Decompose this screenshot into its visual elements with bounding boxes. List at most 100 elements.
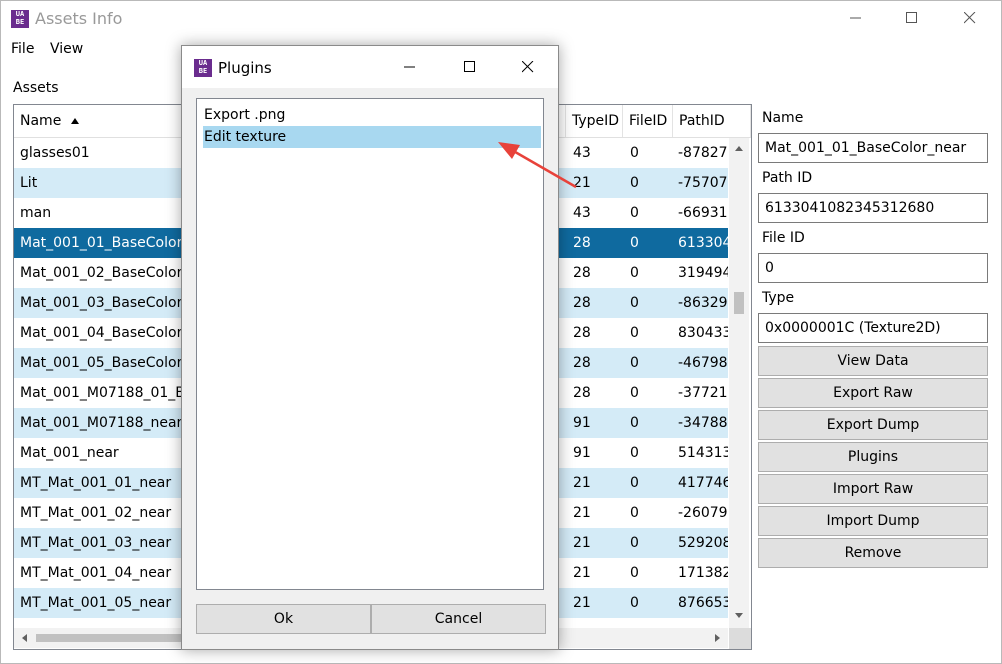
cell-path-id: -878270 [678, 145, 728, 161]
maximize-button[interactable] [892, 4, 932, 32]
plugin-item-export-png[interactable]: Export .png [203, 104, 541, 126]
cell-type-id: 28 [573, 385, 591, 401]
cell-name: man [20, 205, 52, 221]
cell-path-id: -377210 [678, 385, 728, 401]
cell-path-id: -347880 [678, 415, 728, 431]
cell-name: Mat_001_M07188_01_Ba [20, 385, 190, 401]
scroll-right-icon [715, 634, 720, 642]
cancel-button[interactable]: Cancel [371, 604, 546, 634]
cell-name: Mat_001_near [20, 445, 119, 461]
cell-name: Mat_001_05_BaseColor_n [20, 355, 190, 371]
cell-file-id: 0 [630, 175, 639, 191]
type-label: Type [762, 290, 795, 306]
cell-path-id: 613304 [678, 235, 728, 251]
type-field[interactable]: 0x0000001C (Texture2D) [758, 313, 988, 343]
vertical-scrollbar[interactable] [729, 138, 749, 634]
remove-button[interactable]: Remove [758, 538, 988, 568]
cell-path-id: 876653 [678, 595, 728, 611]
dialog-app-icon: UA BE [194, 59, 212, 77]
file-id-label: File ID [762, 230, 805, 246]
minimize-icon [850, 17, 861, 19]
cell-name: Mat_001_M07188_near [20, 415, 183, 431]
column-header-typeid[interactable]: TypeID [566, 105, 623, 137]
cell-file-id: 0 [630, 355, 639, 371]
cell-type-id: 43 [573, 205, 591, 221]
cell-type-id: 21 [573, 475, 591, 491]
import-raw-button[interactable]: Import Raw [758, 474, 988, 504]
scroll-up-icon [735, 146, 743, 151]
cell-type-id: 28 [573, 325, 591, 341]
cell-name: Mat_001_02_BaseColor [20, 265, 183, 281]
cell-path-id: 319494 [678, 265, 728, 281]
vertical-scroll-thumb[interactable] [734, 292, 744, 314]
cell-file-id: 0 [630, 565, 639, 581]
file-id-field[interactable]: 0 [758, 253, 988, 283]
name-label: Name [762, 110, 804, 126]
cell-path-id: 529208 [678, 535, 728, 551]
cell-type-id: 21 [573, 505, 591, 521]
menu-file[interactable]: File [11, 41, 34, 57]
maximize-icon [464, 61, 475, 72]
close-button[interactable] [950, 4, 990, 32]
cell-path-id: 417746 [678, 475, 728, 491]
cell-name: MT_Mat_001_02_near [20, 505, 172, 521]
column-header-fileid[interactable]: FileID [623, 105, 673, 137]
sort-ascending-icon [70, 118, 79, 124]
dialog-titlebar: UA BE Plugins [182, 46, 558, 88]
cell-type-id: 21 [573, 595, 591, 611]
name-field[interactable]: Mat_001_01_BaseColor_near [758, 133, 988, 163]
dialog-maximize-button[interactable] [450, 53, 490, 81]
cell-path-id: 830433 [678, 325, 728, 341]
cell-file-id: 0 [630, 205, 639, 221]
close-icon [522, 61, 534, 73]
cell-path-id: 171382 [678, 565, 728, 581]
dialog-close-button[interactable] [508, 53, 548, 81]
cell-file-id: 0 [630, 535, 639, 551]
cell-path-id: -467980 [678, 355, 728, 371]
cell-type-id: 21 [573, 565, 591, 581]
cell-file-id: 0 [630, 505, 639, 521]
horizontal-scroll-thumb[interactable] [36, 634, 196, 642]
cell-file-id: 0 [630, 295, 639, 311]
cell-name: Mat_001_03_BaseColor_n [20, 295, 190, 311]
plugins-button[interactable]: Plugins [758, 442, 988, 472]
cell-file-id: 0 [630, 445, 639, 461]
cell-name: MT_Mat_001_04_near [20, 565, 172, 581]
view-data-button[interactable]: View Data [758, 346, 988, 376]
path-id-field[interactable]: 6133041082345312680 [758, 193, 988, 223]
ok-button[interactable]: Ok [196, 604, 371, 634]
cell-name: MT_Mat_001_03_near [20, 535, 172, 551]
export-raw-button[interactable]: Export Raw [758, 378, 988, 408]
cell-path-id: -757076 [678, 175, 728, 191]
cell-type-id: 28 [573, 295, 591, 311]
dialog-minimize-button[interactable] [390, 53, 430, 81]
scroll-left-icon [22, 634, 27, 642]
cell-file-id: 0 [630, 385, 639, 401]
cell-name: glasses01 [20, 145, 90, 161]
cell-file-id: 0 [630, 595, 639, 611]
cell-name: MT_Mat_001_01_near [20, 475, 172, 491]
path-id-label: Path ID [762, 170, 813, 186]
cell-file-id: 0 [630, 475, 639, 491]
cell-name: Lit [20, 175, 38, 191]
cell-path-id: -863298 [678, 295, 728, 311]
cell-file-id: 0 [630, 415, 639, 431]
cell-path-id: 514313 [678, 445, 728, 461]
cell-file-id: 0 [630, 265, 639, 281]
dialog-title: Plugins [218, 59, 272, 77]
assets-label: Assets [13, 80, 59, 96]
export-dump-button[interactable]: Export Dump [758, 410, 988, 440]
minimize-button[interactable] [836, 4, 876, 32]
import-dump-button[interactable]: Import Dump [758, 506, 988, 536]
menu-view[interactable]: View [50, 41, 83, 57]
cell-name: MT_Mat_001_05_near [20, 595, 172, 611]
cell-type-id: 21 [573, 535, 591, 551]
minimize-icon [404, 66, 415, 68]
cell-name: Mat_001_01_BaseColor_n [20, 235, 190, 251]
cell-file-id: 0 [630, 325, 639, 341]
column-header-pathid[interactable]: PathID [673, 105, 751, 137]
cell-type-id: 91 [573, 415, 591, 431]
scroll-down-icon [735, 613, 743, 618]
cell-file-id: 0 [630, 235, 639, 251]
cell-path-id: -669312 [678, 205, 728, 221]
